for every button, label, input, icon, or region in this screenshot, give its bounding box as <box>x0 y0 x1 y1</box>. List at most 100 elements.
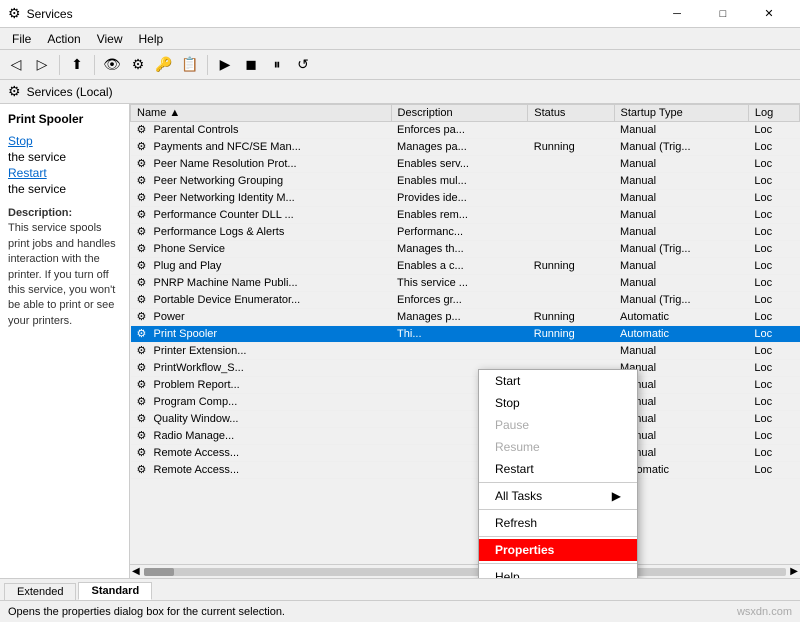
menu-bar: File Action View Help <box>0 28 800 50</box>
ctx-refresh[interactable]: Refresh <box>479 512 637 534</box>
table-row[interactable]: ⚙Printer Extension... Manual Loc <box>131 343 800 360</box>
panel-wrapper: ⚙ Services (Local) Print Spooler Stop th… <box>0 80 800 600</box>
svc-desc: Enables mul... <box>391 173 528 190</box>
menu-help[interactable]: Help <box>131 30 172 48</box>
toolbar: ◁ ▷ ⬆ 👁 ⚙ 🔑 📋 ▶ ◼ ⏸ ↺ <box>0 50 800 80</box>
export-button[interactable]: 📋 <box>178 53 202 77</box>
show-hide-button[interactable]: 👁 <box>100 53 124 77</box>
table-row[interactable]: ⚙Program Comp... Running Manual Loc <box>131 394 800 411</box>
svc-startup: Manual <box>614 343 748 360</box>
menu-file[interactable]: File <box>4 30 39 48</box>
title-bar: ⚙ Services ─ □ ✕ <box>0 0 800 28</box>
ctx-pause[interactable]: Pause <box>479 414 637 436</box>
col-desc[interactable]: Description <box>391 105 528 122</box>
scroll-thumb[interactable] <box>144 568 174 576</box>
properties-toolbar-button[interactable]: ⚙ <box>126 53 150 77</box>
minimize-button[interactable]: ─ <box>654 0 700 28</box>
scroll-left-arrow[interactable]: ◀ <box>132 566 140 577</box>
ctx-resume[interactable]: Resume <box>479 436 637 458</box>
menu-view[interactable]: View <box>89 30 131 48</box>
svc-status: Running <box>528 309 614 326</box>
up-button[interactable]: ⬆ <box>65 53 89 77</box>
table-row[interactable]: ⚙Payments and NFC/SE Man... Manages pa..… <box>131 139 800 156</box>
svc-desc: Enables rem... <box>391 207 528 224</box>
desc-label: Description: <box>8 207 72 219</box>
ctx-help[interactable]: Help <box>479 566 637 578</box>
status-bar: Opens the properties dialog box for the … <box>0 600 800 622</box>
maximize-button[interactable]: □ <box>700 0 746 28</box>
stop-service-button[interactable]: ◼ <box>239 53 263 77</box>
table-row[interactable]: ⚙Peer Networking Grouping Enables mul...… <box>131 173 800 190</box>
panel-header: ⚙ Services (Local) <box>0 80 800 104</box>
svc-startup: Manual <box>614 207 748 224</box>
svc-icon: ⚙ <box>137 446 151 460</box>
table-row[interactable]: ⚙Plug and Play Enables a c... Running Ma… <box>131 258 800 275</box>
svc-log: Loc <box>748 258 799 275</box>
tab-standard[interactable]: Standard <box>78 582 152 600</box>
col-status[interactable]: Status <box>528 105 614 122</box>
svc-name: ⚙Plug and Play <box>131 258 392 275</box>
svc-status <box>528 275 614 292</box>
start-service-button[interactable]: ▶ <box>213 53 237 77</box>
help-toolbar-button[interactable]: 🔑 <box>152 53 176 77</box>
table-row[interactable]: ⚙Print Spooler Thi... Running Automatic … <box>131 326 800 343</box>
restart-link[interactable]: Restart <box>8 166 121 180</box>
table-row[interactable]: ⚙Remote Access... Manual Loc <box>131 445 800 462</box>
panel-icon: ⚙ <box>8 83 21 100</box>
pause-service-button[interactable]: ⏸ <box>265 53 289 77</box>
svc-status <box>528 122 614 139</box>
ctx-sep-4 <box>479 563 637 564</box>
table-row[interactable]: ⚙Peer Name Resolution Prot... Enables se… <box>131 156 800 173</box>
table-row[interactable]: ⚙Quality Window... Manual Loc <box>131 411 800 428</box>
svc-icon: ⚙ <box>137 157 151 171</box>
toolbar-sep-1 <box>59 55 60 75</box>
svc-name: ⚙Parental Controls <box>131 122 392 139</box>
ctx-stop[interactable]: Stop <box>479 392 637 414</box>
services-table[interactable]: Name ▲ Description Status Startup Type L… <box>130 104 800 564</box>
col-name[interactable]: Name ▲ <box>131 105 392 122</box>
scroll-right-arrow[interactable]: ▶ <box>790 566 798 577</box>
table-row[interactable]: ⚙Peer Networking Identity M... Provides … <box>131 190 800 207</box>
tab-extended[interactable]: Extended <box>4 583 76 600</box>
forward-button[interactable]: ▷ <box>30 53 54 77</box>
svc-startup: Manual <box>614 258 748 275</box>
table-row[interactable]: ⚙Performance Logs & Alerts Performanc...… <box>131 224 800 241</box>
table-row[interactable]: ⚙PrintWorkflow_S... Manual Loc <box>131 360 800 377</box>
svc-icon: ⚙ <box>137 276 151 290</box>
col-log[interactable]: Log <box>748 105 799 122</box>
stop-link[interactable]: Stop <box>8 134 121 148</box>
svc-desc: Enables serv... <box>391 156 528 173</box>
scroll-track[interactable] <box>144 568 787 576</box>
svc-icon: ⚙ <box>137 191 151 205</box>
table-row[interactable]: ⚙Problem Report... Manual Loc <box>131 377 800 394</box>
horizontal-scrollbar[interactable]: ◀ ▶ <box>130 564 800 578</box>
table-row[interactable]: ⚙Power Manages p... Running Automatic Lo… <box>131 309 800 326</box>
ctx-sep-3 <box>479 536 637 537</box>
menu-action[interactable]: Action <box>39 30 88 48</box>
ctx-restart[interactable]: Restart <box>479 458 637 480</box>
table-row[interactable]: ⚙Phone Service Manages th... Manual (Tri… <box>131 241 800 258</box>
ctx-start[interactable]: Start <box>479 370 637 392</box>
table-row[interactable]: ⚙Remote Access... Running Automatic Loc <box>131 462 800 479</box>
table-row[interactable]: ⚙Performance Counter DLL ... Enables rem… <box>131 207 800 224</box>
ctx-alltasks[interactable]: All Tasks ▶ <box>479 485 637 507</box>
svc-icon: ⚙ <box>137 378 151 392</box>
table-row[interactable]: ⚙Radio Manage... Running Manual Loc <box>131 428 800 445</box>
table-row[interactable]: ⚙Portable Device Enumerator... Enforces … <box>131 292 800 309</box>
table-row[interactable]: ⚙Parental Controls Enforces pa... Manual… <box>131 122 800 139</box>
svc-startup: Automatic <box>614 326 748 343</box>
svc-name: ⚙PrintWorkflow_S... <box>131 360 392 377</box>
close-button[interactable]: ✕ <box>746 0 792 28</box>
ctx-properties[interactable]: Properties <box>479 539 637 561</box>
svc-name: ⚙Radio Manage... <box>131 428 392 445</box>
svc-icon: ⚙ <box>137 361 151 375</box>
restart-service-button[interactable]: ↺ <box>291 53 315 77</box>
back-button[interactable]: ◁ <box>4 53 28 77</box>
svc-icon: ⚙ <box>137 123 151 137</box>
col-startup[interactable]: Startup Type <box>614 105 748 122</box>
svc-startup: Automatic <box>614 309 748 326</box>
table-row[interactable]: ⚙PNRP Machine Name Publi... This service… <box>131 275 800 292</box>
svc-icon: ⚙ <box>137 208 151 222</box>
ctx-sep-1 <box>479 482 637 483</box>
svc-name: ⚙Performance Logs & Alerts <box>131 224 392 241</box>
